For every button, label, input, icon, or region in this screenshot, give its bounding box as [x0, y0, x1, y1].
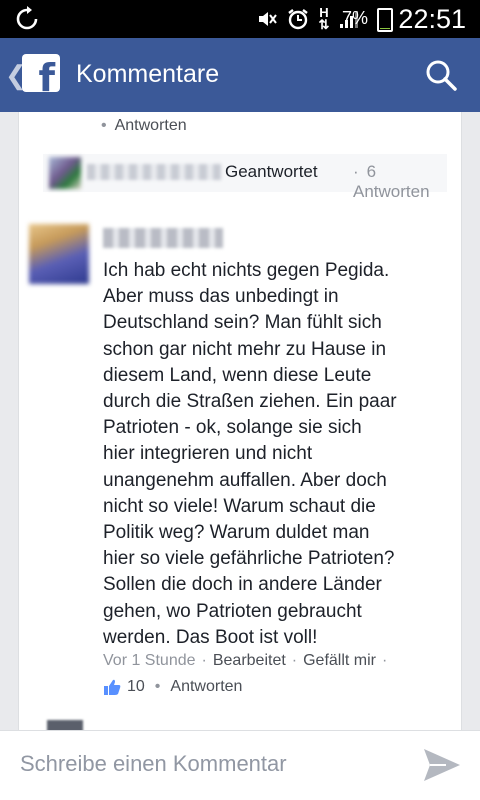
comment-line: unangenehm auffallen. Aber doch — [103, 469, 387, 491]
replier-avatar — [49, 157, 81, 189]
comment-composer: Schreibe einen Kommentar — [0, 730, 480, 800]
comment-line: Politik weg? Warum duldet man — [103, 522, 370, 544]
comment-line: diesem Land, wenn diese Leute — [103, 364, 372, 386]
reply-link[interactable]: Antworten — [170, 678, 242, 696]
next-comment-avatar — [47, 720, 83, 730]
comment-actions: 10 • Antworten — [103, 678, 242, 696]
battery-percent: 7% — [341, 8, 368, 28]
replier-name-redacted — [87, 164, 221, 180]
comment-line: Ich hab echt nichts gegen Pegida. — [103, 260, 390, 281]
clock: 22:51 — [398, 4, 466, 34]
comment-line: Sollen die doch in andere Länder — [103, 574, 382, 596]
comments-card: • Antworten Geantwortet · 6 Antworten Ich … — [18, 112, 462, 730]
comment-line: hier so viele gefährliche Patrioten? — [103, 548, 395, 570]
sync-icon — [16, 6, 38, 30]
battery-fill — [380, 27, 390, 29]
network-h-icon: H ⇅ — [318, 5, 330, 32]
commenter-name-redacted[interactable] — [103, 228, 223, 248]
logo-letter: f — [38, 56, 55, 92]
reply-status: Geantwortet — [225, 162, 318, 181]
comment-line: hier integrieren und nicht — [103, 443, 313, 465]
comment-line: Patrioten - ok, solange sie sich — [103, 417, 362, 439]
network-label: H — [319, 5, 329, 20]
alarm-icon — [288, 9, 308, 30]
comment-line: werden. Das Boot ist voll! — [103, 626, 318, 648]
previous-reply-link[interactable]: Antworten — [115, 117, 187, 134]
avatar[interactable] — [29, 224, 89, 284]
like-link[interactable]: Gefällt mir — [303, 652, 376, 669]
search-icon[interactable] — [424, 58, 458, 92]
comment-time[interactable]: Vor 1 Stunde — [103, 652, 196, 669]
battery-icon — [377, 8, 393, 32]
comment-line: Deutschland sein? Man fühlt sich — [103, 312, 382, 334]
status-bar: H ⇅ 7% 22:51 — [0, 0, 480, 38]
send-icon[interactable] — [420, 743, 464, 787]
comment-meta: Vor 1 Stunde · Bearbeitet · Gefällt mir · — [103, 652, 388, 669]
page-title: Kommentare — [76, 60, 220, 88]
facebook-logo[interactable]: f — [22, 54, 60, 92]
comment-line: durch die Straßen ziehen. Ein paar — [103, 391, 397, 413]
comment-text: Ich hab echt nichts gegen Pegida. Aber m… — [103, 258, 443, 651]
previous-comment-actions: • Antworten — [101, 117, 187, 135]
app-header: ❮ f Kommentare — [0, 38, 480, 112]
like-count[interactable]: 10 — [127, 678, 145, 696]
comment-line: Aber muss das unbedingt in — [103, 286, 339, 308]
reply-count[interactable]: · 6 Antworten — [353, 162, 447, 202]
reply-summary[interactable]: Geantwortet · 6 Antworten — [43, 154, 447, 201]
separator-dot: • — [101, 117, 107, 134]
comment-line: schon gar nicht mehr zu Hause in — [103, 338, 387, 360]
mute-icon — [259, 12, 277, 26]
comment-input[interactable]: Schreibe einen Kommentar — [20, 751, 287, 777]
thumbs-up-icon[interactable] — [103, 678, 121, 696]
edited-link[interactable]: Bearbeitet — [213, 652, 286, 669]
comment-line: gehen, wo Patrioten gebraucht — [103, 600, 362, 622]
comment-line: nicht so viele! Warum schaut die — [103, 495, 376, 517]
reply-count-label: 6 Antworten — [353, 162, 430, 201]
